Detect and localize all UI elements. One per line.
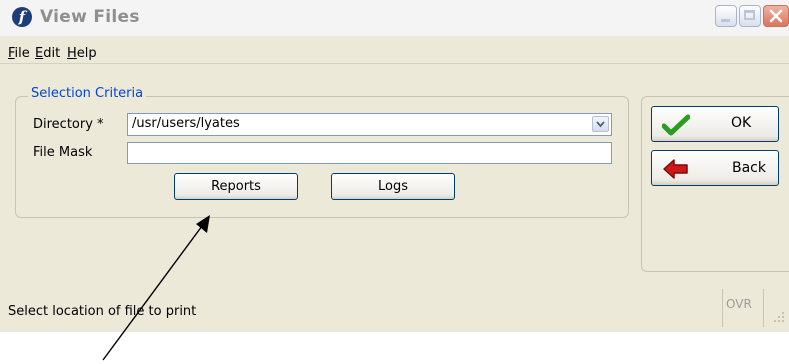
annotation-arrow (102, 215, 210, 361)
